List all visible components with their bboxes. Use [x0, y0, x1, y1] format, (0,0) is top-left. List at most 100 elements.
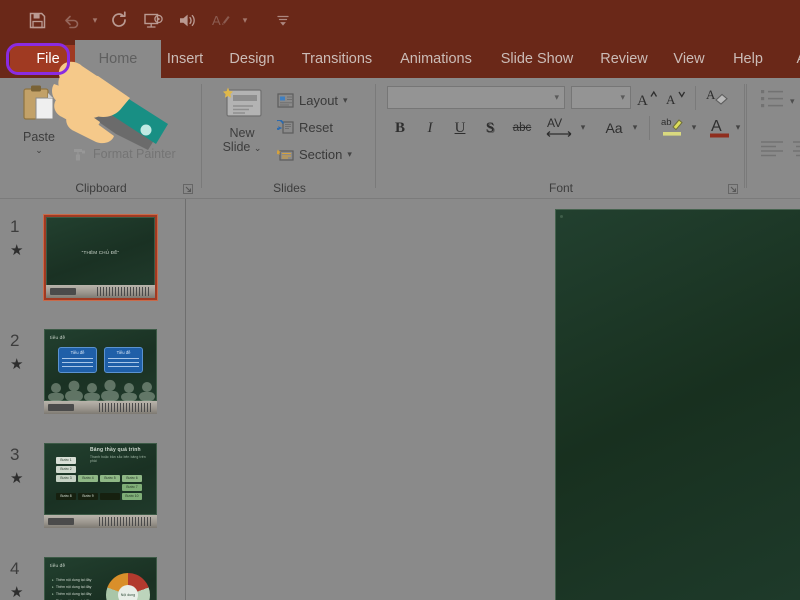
thumbnail-slide-2[interactable]: 2 ★ tiêu đề Tiêu đề Tiêu đề: [0, 329, 185, 425]
bullets-caret-icon[interactable]: ▾: [790, 96, 795, 107]
ribbon-group-paragraph: ▾: [746, 78, 800, 198]
font-size-input[interactable]: ▾: [571, 86, 631, 109]
italic-button[interactable]: I: [419, 116, 441, 140]
start-presentation-icon[interactable]: [136, 3, 170, 37]
font-color-caret-icon[interactable]: ▾: [732, 118, 744, 136]
group-separator: [375, 84, 376, 188]
undo-icon[interactable]: [54, 3, 88, 37]
reset-label: Reset: [299, 120, 333, 135]
tab-acrobat[interactable]: Ac: [775, 40, 800, 78]
font-color-button[interactable]: A: [707, 114, 733, 140]
slide-editing-canvas[interactable]: [186, 199, 800, 600]
reset-button[interactable]: Reset: [277, 115, 333, 139]
strikethrough-button[interactable]: abc: [507, 118, 537, 138]
thumbnail-slide-3[interactable]: 3 ★ Bảng thầy quá trình Thanh hoặc bản s…: [0, 443, 185, 539]
slide-2-title: tiêu đề: [50, 335, 65, 340]
layout-icon: [277, 93, 294, 108]
svg-text:A: A: [666, 92, 676, 107]
tab-transitions[interactable]: Transitions: [283, 40, 391, 78]
change-case-caret-icon[interactable]: ▾: [629, 118, 641, 136]
tab-review[interactable]: Review: [583, 40, 665, 78]
font-size-caret-icon[interactable]: ▾: [615, 92, 630, 103]
ruler-icon: [97, 287, 151, 296]
paste-caret-icon[interactable]: ⌄: [35, 145, 43, 156]
slide-3-node-5: Bước 5: [100, 475, 120, 482]
new-slide-button[interactable]: New Slide ⌄: [211, 84, 273, 172]
font-name-caret-icon[interactable]: ▾: [549, 92, 564, 103]
font-name-input[interactable]: ▾: [387, 86, 565, 109]
align-left-button[interactable]: [760, 140, 786, 165]
section-button[interactable]: Section ▾: [277, 142, 352, 166]
slide-corner-marker: [560, 215, 563, 218]
character-spacing-button[interactable]: AV: [543, 114, 577, 140]
slide-thumb-3[interactable]: Bảng thầy quá trình Thanh hoặc bản sắc b…: [44, 443, 157, 528]
svg-text:A: A: [706, 87, 716, 102]
designer-icon[interactable]: A: [204, 3, 238, 37]
ribbon-tabs: File Home Insert Design Transitions Anim…: [0, 40, 800, 78]
thumbnail-slide-1[interactable]: 1 ★ "THÊM CHỦ ĐỀ": [0, 215, 185, 311]
align-center-icon: [792, 140, 800, 160]
title-bar: ▾: [0, 0, 800, 40]
format-painter-label: Format Painter: [93, 147, 176, 161]
ribbon-group-slides: New Slide ⌄ Layout ▾: [203, 78, 376, 198]
clipboard-dialog-launcher[interactable]: [182, 182, 194, 194]
thumbnail-slide-4[interactable]: 4 ★ tiêu đề Thêm nội dung tại đây Thêm n…: [0, 557, 185, 600]
tab-animations[interactable]: Animations: [379, 40, 493, 78]
bullets-button[interactable]: [760, 88, 786, 115]
text-shadow-button[interactable]: S: [479, 116, 501, 140]
character-spacing-caret-icon[interactable]: ▾: [577, 118, 589, 136]
redo-icon[interactable]: [102, 3, 136, 37]
paste-button[interactable]: Paste ⌄: [12, 84, 66, 170]
undo-dropdown-caret[interactable]: ▾: [88, 3, 102, 37]
reset-icon: [277, 120, 294, 135]
slide-4-bullets: Thêm nội dung tại đây Thêm nội dung tại …: [52, 577, 91, 600]
slide-2-box-1-title: Tiêu đề: [59, 350, 96, 355]
font-color-icon: A: [708, 114, 732, 140]
slide-3-subtitle: Thanh hoặc bản sắc bên bảng trên phải: [90, 455, 150, 463]
new-slide-caret-icon[interactable]: ⌄: [254, 143, 262, 153]
format-painter-button[interactable]: Format Painter: [72, 146, 176, 162]
slide-4-bullet-3: Thêm nội dung tại đây: [52, 591, 91, 598]
font-dialog-launcher[interactable]: [727, 182, 739, 194]
slide-3-node-3: Bước 3: [56, 475, 76, 482]
powerpoint-window: ▾: [0, 0, 800, 600]
slide-2-box-1-lines: [62, 358, 93, 370]
tab-help[interactable]: Help: [713, 40, 783, 78]
slide-3-node-10: [100, 493, 120, 500]
decrease-font-size-button[interactable]: A: [663, 86, 689, 109]
designer-dropdown-caret[interactable]: ▾: [238, 3, 252, 37]
slide-1-title: "THÊM CHỦ ĐỀ": [46, 250, 155, 255]
slide-3-node-2: Bước 2: [56, 466, 76, 473]
layout-button[interactable]: Layout ▾: [277, 88, 348, 112]
tab-slide-show[interactable]: Slide Show: [481, 40, 593, 78]
section-caret-icon[interactable]: ▾: [347, 149, 352, 160]
text-highlight-caret-icon[interactable]: ▾: [688, 118, 700, 136]
slide-thumb-1[interactable]: "THÊM CHỦ ĐỀ": [44, 215, 157, 300]
increase-font-size-button[interactable]: A: [635, 86, 661, 109]
ribbon-group-clipboard: Paste ⌄ Format Painter Clipboard: [0, 78, 202, 198]
bold-button[interactable]: B: [389, 116, 411, 140]
underline-button[interactable]: U: [449, 116, 471, 140]
highlight-icon: ab: [660, 114, 686, 140]
save-icon[interactable]: [20, 3, 54, 37]
section-label: Section: [299, 147, 342, 162]
current-slide-surface[interactable]: [555, 209, 800, 600]
slide-thumb-2[interactable]: tiêu đề Tiêu đề Tiêu đề: [44, 329, 157, 414]
slide-thumbnail-pane[interactable]: 1 ★ "THÊM CHỦ ĐỀ" 2 ★ tiêu đề Tiêu đề: [0, 199, 185, 600]
customize-qat-icon[interactable]: [266, 3, 300, 37]
audio-icon[interactable]: [170, 3, 204, 37]
slide-4-bullet-1: Thêm nội dung tại đây: [52, 577, 91, 584]
font-inner-separator: [695, 86, 696, 110]
slide-3-node-1: Bước 1: [56, 457, 76, 464]
align-center-button[interactable]: [792, 140, 800, 165]
new-slide-icon: [219, 84, 265, 124]
change-case-button[interactable]: Aa: [599, 116, 629, 140]
clear-formatting-button[interactable]: A: [703, 84, 731, 110]
tab-design[interactable]: Design: [211, 40, 293, 78]
layout-caret-icon[interactable]: ▾: [343, 95, 348, 106]
slide-thumb-4[interactable]: tiêu đề Thêm nội dung tại đây Thêm nội d…: [44, 557, 157, 600]
slides-group-label: Slides: [203, 181, 376, 195]
text-highlight-button[interactable]: ab: [659, 114, 687, 140]
eraser-icon: [48, 404, 74, 411]
group-separator: [201, 84, 202, 188]
